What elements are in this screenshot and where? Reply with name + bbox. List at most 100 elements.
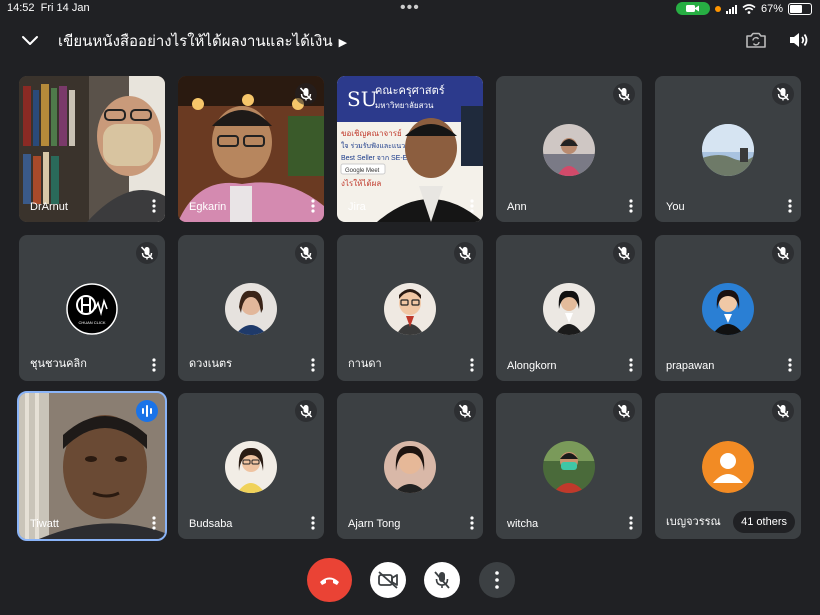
status-bar: 14:52 Fri 14 Jan ••• 67% bbox=[0, 0, 820, 18]
participant-name: Egkarin bbox=[189, 201, 227, 213]
slide-line: Google Meet bbox=[345, 168, 380, 174]
avatar bbox=[543, 441, 595, 493]
avatar bbox=[225, 441, 277, 493]
avatar bbox=[702, 283, 754, 335]
slide-subheader: มหาวิทยาลัยสวน bbox=[375, 101, 434, 110]
mic-off-icon bbox=[136, 242, 158, 264]
audio-wave-icon bbox=[136, 400, 158, 422]
participant-name: Tiwatt bbox=[30, 518, 59, 530]
slide-line: ขอเชิญคณาจารย์ bbox=[341, 128, 402, 138]
participant-name: Ajarn Tong bbox=[348, 518, 401, 530]
participant-tile-chuanclick[interactable]: CHUAN CLICK ชุนชวนคลิก bbox=[19, 235, 165, 381]
participant-tile-kanda[interactable]: กานดา bbox=[337, 235, 483, 381]
more-vert-icon[interactable] bbox=[467, 198, 477, 214]
more-vert-icon[interactable] bbox=[626, 515, 636, 531]
more-options-button[interactable] bbox=[479, 562, 515, 598]
more-vert-icon[interactable] bbox=[308, 357, 318, 373]
svg-text:SU: SU bbox=[347, 87, 378, 111]
camera-toggle-button[interactable] bbox=[370, 562, 406, 598]
avatar bbox=[543, 283, 595, 335]
mic-off-icon bbox=[613, 242, 635, 264]
slide-line: งไรให้ได้ผล bbox=[341, 179, 381, 188]
participant-tile-ajarn-tong[interactable]: Ajarn Tong bbox=[337, 393, 483, 539]
mic-off-icon bbox=[772, 83, 794, 105]
video-off-icon bbox=[378, 571, 398, 589]
avatar bbox=[543, 124, 595, 176]
triangle-right-icon: ▶ bbox=[338, 37, 348, 49]
participant-tile-jira[interactable]: SU คณะครุศาสตร์ มหาวิทยาลัยสวน ขอเชิญคณา… bbox=[337, 76, 483, 222]
participant-tile-witcha[interactable]: witcha bbox=[496, 393, 642, 539]
participant-tile-you[interactable]: You bbox=[655, 76, 801, 222]
participant-tile-ann[interactable]: Ann bbox=[496, 76, 642, 222]
participant-name: เบญจวรรณ bbox=[666, 516, 721, 528]
end-call-button[interactable] bbox=[307, 558, 352, 602]
battery-percent: 67% bbox=[760, 2, 783, 15]
more-vert-icon[interactable] bbox=[308, 515, 318, 531]
mic-off-icon bbox=[613, 400, 635, 422]
cellular-signal-icon bbox=[725, 4, 737, 14]
phone-hangup-icon bbox=[320, 577, 339, 585]
microphone-toggle-button[interactable] bbox=[424, 562, 460, 598]
participant-name: prapawan bbox=[666, 360, 715, 372]
participant-name: Budsaba bbox=[189, 518, 233, 530]
more-vert-icon[interactable] bbox=[467, 357, 477, 373]
meeting-top-bar: เขียนหนังสืออย่างไรให้ได้ผลงานและได้เงิน… bbox=[0, 22, 820, 58]
camera-switch-icon[interactable] bbox=[744, 28, 768, 52]
participant-name: Jira bbox=[348, 201, 366, 213]
participant-tile-budsaba[interactable]: Budsaba bbox=[178, 393, 324, 539]
more-vert-icon[interactable] bbox=[626, 357, 636, 373]
mic-off-icon bbox=[772, 242, 794, 264]
participant-name: กานดา bbox=[348, 358, 382, 370]
call-controls bbox=[0, 558, 820, 604]
participant-name: ชุนชวนคลิก bbox=[30, 358, 87, 370]
mic-off-icon bbox=[454, 242, 476, 264]
participant-tile-benjawan[interactable]: เบญจวรรณ 41 others bbox=[655, 393, 801, 539]
participant-tile-prapawan[interactable]: prapawan bbox=[655, 235, 801, 381]
more-vert-icon[interactable] bbox=[149, 357, 159, 373]
participant-name: ดวงเนตร bbox=[189, 358, 233, 370]
wifi-icon bbox=[742, 3, 756, 14]
mic-off-icon bbox=[295, 400, 317, 422]
more-vert-icon[interactable] bbox=[785, 198, 795, 214]
participant-name: DrArnut bbox=[30, 201, 68, 213]
participant-tile-drarnut[interactable]: DrArnut bbox=[19, 76, 165, 222]
speaker-icon[interactable] bbox=[786, 28, 810, 52]
mic-off-icon bbox=[613, 83, 635, 105]
status-time: 14:52 Fri 14 Jan bbox=[7, 2, 90, 14]
multitask-dots[interactable]: ••• bbox=[400, 0, 420, 17]
avatar bbox=[225, 283, 277, 335]
participant-name: witcha bbox=[507, 518, 539, 530]
channel-logo: CHUAN CLICK bbox=[66, 283, 118, 335]
avatar bbox=[384, 283, 436, 335]
participant-name: You bbox=[666, 201, 685, 213]
participant-tile-egkarin[interactable]: Egkarin bbox=[178, 76, 324, 222]
status-indicators: 67% bbox=[675, 2, 812, 15]
chevron-down-icon[interactable] bbox=[18, 28, 42, 52]
more-vert-icon[interactable] bbox=[467, 515, 477, 531]
others-count-button[interactable]: 41 others bbox=[733, 511, 795, 533]
mic-off-icon bbox=[434, 571, 450, 589]
meeting-title[interactable]: เขียนหนังสืออย่างไรให้ได้ผลงานและได้เงิน… bbox=[58, 29, 347, 53]
battery-icon bbox=[788, 2, 812, 15]
more-vert-icon[interactable] bbox=[149, 515, 159, 531]
more-vert-icon[interactable] bbox=[308, 198, 318, 214]
default-avatar-icon bbox=[702, 441, 754, 493]
more-vert-icon bbox=[495, 571, 499, 589]
slide-line: ใจ ร่วมรับฟังและแนว bbox=[341, 141, 405, 150]
more-vert-icon[interactable] bbox=[785, 357, 795, 373]
slide-header: คณะครุศาสตร์ bbox=[375, 84, 445, 97]
avatar bbox=[384, 441, 436, 493]
slide-line: Best Seller จาก SE-E bbox=[341, 155, 408, 162]
more-vert-icon[interactable] bbox=[149, 198, 159, 214]
avatar bbox=[702, 124, 754, 176]
more-vert-icon[interactable] bbox=[626, 198, 636, 214]
mic-off-icon bbox=[772, 400, 794, 422]
mic-in-use-dot bbox=[714, 5, 721, 12]
participant-tile-alongkorn[interactable]: Alongkorn bbox=[496, 235, 642, 381]
participant-name: Ann bbox=[507, 201, 527, 213]
mic-off-icon bbox=[454, 400, 476, 422]
participant-tile-duangnet[interactable]: ดวงเนตร bbox=[178, 235, 324, 381]
participant-tile-tiwatt[interactable]: Tiwatt bbox=[17, 391, 167, 541]
logo-text: CHUAN CLICK bbox=[78, 320, 105, 325]
mic-off-icon bbox=[295, 83, 317, 105]
